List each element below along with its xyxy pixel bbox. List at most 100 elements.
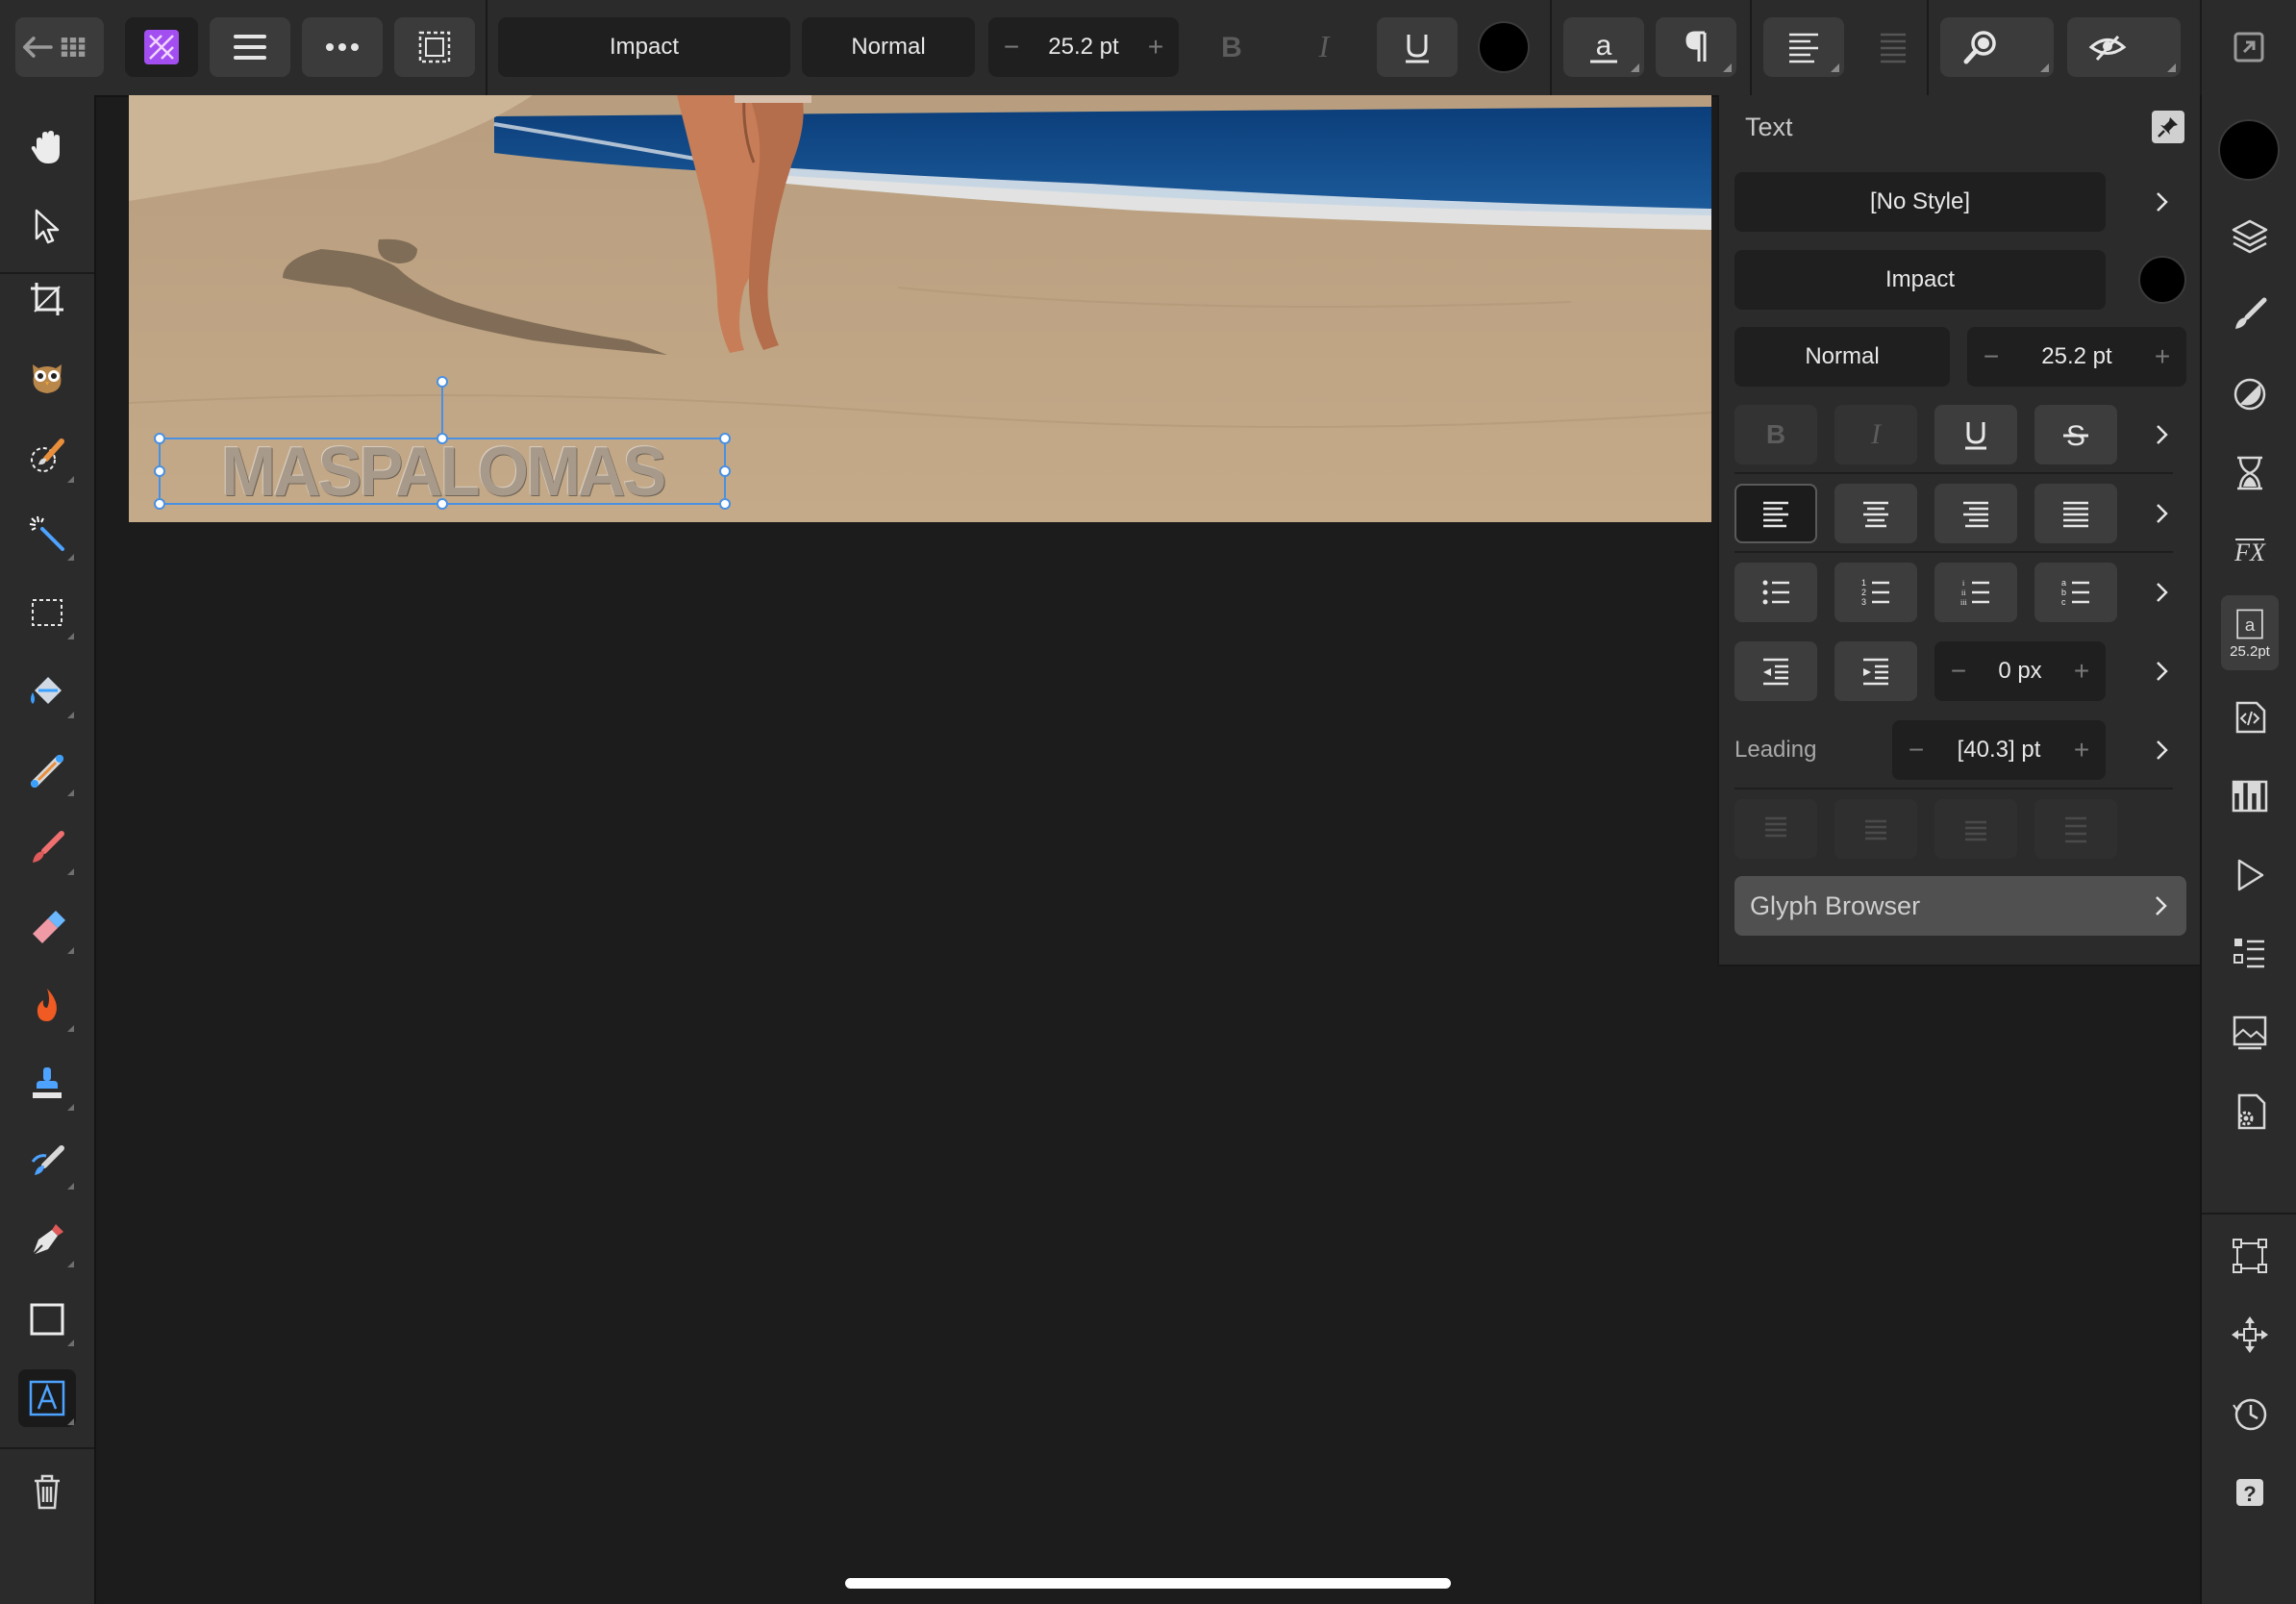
zoom-button[interactable] bbox=[1940, 17, 2054, 77]
align-center-button[interactable] bbox=[1834, 484, 1917, 543]
document-canvas[interactable]: MASPALOMAS bbox=[129, 95, 1711, 522]
panel-text-color-button[interactable] bbox=[2138, 256, 2186, 304]
bold-button[interactable]: B bbox=[1202, 17, 1261, 77]
toggle-studio-button[interactable] bbox=[2219, 17, 2279, 77]
view-mode-button[interactable] bbox=[2067, 17, 2181, 77]
artistic-text-tool[interactable] bbox=[18, 1369, 76, 1427]
panel-underline-button[interactable] bbox=[1934, 405, 2017, 464]
text-style-more-button[interactable] bbox=[2142, 183, 2181, 221]
leading-decrease-button[interactable]: − bbox=[1892, 735, 1940, 765]
text-style-selector[interactable]: [No Style] bbox=[1734, 172, 2106, 232]
text-layer-maspalomas[interactable]: MASPALOMAS bbox=[160, 434, 725, 511]
flood-fill-tool[interactable] bbox=[18, 663, 76, 720]
italic-button[interactable]: I bbox=[1294, 17, 1354, 77]
selection-mode-button[interactable] bbox=[394, 17, 475, 77]
help-button[interactable]: ? bbox=[2221, 1464, 2279, 1521]
panel-font-size-increase-button[interactable]: + bbox=[2138, 341, 2186, 372]
pen-tool[interactable] bbox=[18, 1212, 76, 1269]
clone-brush-tool[interactable] bbox=[18, 1055, 76, 1113]
gradient-tool[interactable] bbox=[18, 740, 76, 798]
back-to-gallery-button[interactable] bbox=[15, 17, 104, 77]
svg-text:I: I bbox=[1870, 418, 1883, 450]
magic-wand-tool[interactable] bbox=[18, 505, 76, 563]
font-size-decrease-button[interactable]: − bbox=[988, 32, 1035, 63]
move-studio-button[interactable] bbox=[2221, 1306, 2279, 1364]
character-panel-button[interactable]: a bbox=[1563, 17, 1644, 77]
align-right-button[interactable] bbox=[1934, 484, 2017, 543]
vertical-align-center-button[interactable] bbox=[1834, 799, 1917, 859]
panel-font-size-value[interactable]: 25.2 pt bbox=[2015, 343, 2138, 370]
vertical-align-toolbar-button[interactable] bbox=[1863, 17, 1923, 77]
vertical-justify-button[interactable] bbox=[2034, 799, 2117, 859]
pin-icon bbox=[2158, 117, 2178, 138]
paint-brush-tool[interactable] bbox=[18, 819, 76, 877]
leading-increase-button[interactable]: + bbox=[2058, 735, 2106, 765]
color-studio-button[interactable] bbox=[2217, 118, 2281, 182]
panel-italic-button[interactable]: I bbox=[1834, 405, 1917, 464]
align-left-toolbar-button[interactable] bbox=[1763, 17, 1844, 77]
transform-studio-button[interactable] bbox=[2221, 1227, 2279, 1285]
text-color-button[interactable] bbox=[1469, 17, 1538, 77]
indent-more-button[interactable] bbox=[2142, 652, 2181, 690]
numbered-list-button[interactable]: 123 bbox=[1834, 563, 1917, 622]
shape-tool[interactable] bbox=[18, 1291, 76, 1348]
source-studio-button[interactable] bbox=[2221, 689, 2279, 746]
panel-font-style-selector[interactable]: Normal bbox=[1734, 327, 1950, 387]
burn-brush-tool[interactable] bbox=[18, 976, 76, 1034]
vertical-align-top-button[interactable] bbox=[1734, 799, 1817, 859]
red-eye-tool[interactable] bbox=[18, 348, 76, 406]
menu-button[interactable] bbox=[210, 17, 290, 77]
font-style-selector[interactable]: Normal bbox=[802, 17, 975, 77]
vertical-align-bottom-button[interactable] bbox=[1934, 799, 2017, 859]
increase-indent-button[interactable] bbox=[1834, 641, 1917, 701]
panel-strikethrough-button[interactable]: S bbox=[2034, 405, 2117, 464]
text-studio-button[interactable]: a 25.2pt bbox=[2221, 595, 2279, 670]
letter-list-button[interactable]: abc bbox=[2034, 563, 2117, 622]
paragraph-panel-button[interactable] bbox=[1656, 17, 1736, 77]
decrease-indent-button[interactable] bbox=[1734, 641, 1817, 701]
indent-decrease-button[interactable]: − bbox=[1934, 656, 1983, 687]
alignment-more-button[interactable] bbox=[2142, 494, 2181, 533]
glyph-browser-button[interactable]: Glyph Browser bbox=[1734, 876, 2186, 936]
pin-panel-button[interactable] bbox=[2152, 111, 2184, 143]
view-tool[interactable] bbox=[18, 118, 76, 176]
bullet-list-button[interactable] bbox=[1734, 563, 1817, 622]
indent-increase-button[interactable]: + bbox=[2058, 656, 2106, 687]
history-clock-button[interactable] bbox=[2221, 1385, 2279, 1442]
panel-font-size-decrease-button[interactable]: − bbox=[1967, 341, 2015, 372]
retouch-tool[interactable] bbox=[18, 1134, 76, 1191]
marquee-tool[interactable] bbox=[18, 584, 76, 641]
selection-brush-tool[interactable] bbox=[18, 427, 76, 485]
swatches-studio-button[interactable] bbox=[2221, 767, 2279, 825]
adjustments-studio-button[interactable] bbox=[2221, 365, 2279, 423]
panel-bold-button[interactable]: B bbox=[1734, 405, 1817, 464]
navigator-studio-button[interactable] bbox=[2221, 846, 2279, 904]
font-size-value[interactable]: 25.2 pt bbox=[1035, 34, 1133, 61]
more-button[interactable] bbox=[302, 17, 383, 77]
delete-button[interactable] bbox=[18, 1463, 76, 1520]
align-left-button[interactable] bbox=[1734, 484, 1817, 543]
roman-list-button[interactable]: i ii iii bbox=[1934, 563, 2017, 622]
indent-value[interactable]: 0 px bbox=[1983, 658, 2058, 685]
leading-value[interactable]: [40.3] pt bbox=[1940, 737, 2058, 764]
decorations-more-button[interactable] bbox=[2142, 415, 2181, 454]
layers-studio-button[interactable] bbox=[2221, 207, 2279, 264]
panel-font-family-selector[interactable]: Impact bbox=[1734, 250, 2106, 310]
font-family-selector[interactable]: Impact bbox=[498, 17, 790, 77]
home-indicator[interactable] bbox=[845, 1578, 1451, 1589]
lists-more-button[interactable] bbox=[2142, 573, 2181, 612]
erase-brush-tool[interactable] bbox=[18, 898, 76, 956]
macros-studio-button[interactable] bbox=[2221, 1083, 2279, 1140]
channels-studio-button[interactable] bbox=[2221, 925, 2279, 983]
crop-tool[interactable] bbox=[18, 270, 76, 328]
brushes-studio-button[interactable] bbox=[2221, 286, 2279, 343]
justify-button[interactable] bbox=[2034, 484, 2117, 543]
effects-studio-button[interactable]: FX bbox=[2221, 523, 2279, 581]
app-menu-button[interactable] bbox=[125, 17, 198, 77]
snapshots-studio-button[interactable] bbox=[2221, 1004, 2279, 1062]
underline-button[interactable] bbox=[1377, 17, 1458, 77]
leading-more-button[interactable] bbox=[2142, 731, 2181, 769]
history-studio-button[interactable] bbox=[2221, 444, 2279, 502]
font-size-increase-button[interactable]: + bbox=[1133, 32, 1179, 63]
move-tool[interactable] bbox=[18, 197, 76, 255]
